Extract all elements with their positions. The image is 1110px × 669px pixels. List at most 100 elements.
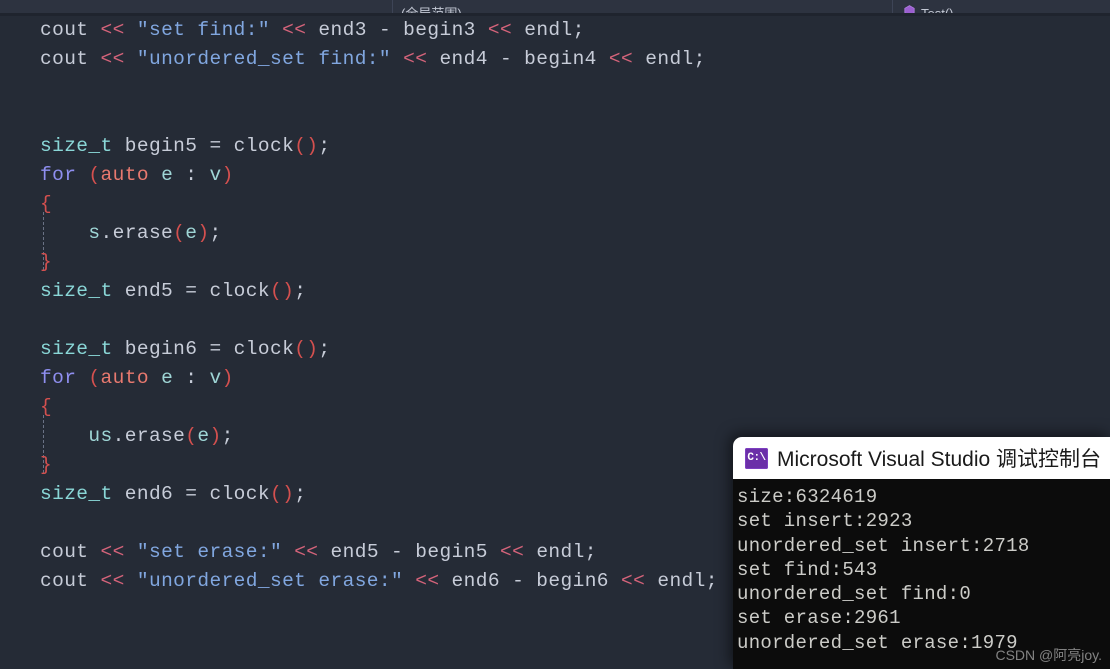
console-output-area[interactable]: size:6324619 set insert:2923 unordered_set… xyxy=(733,479,1110,669)
code-token: ; xyxy=(693,48,706,70)
code-token: << xyxy=(100,19,125,41)
code-token: ; xyxy=(572,19,585,41)
code-token: for xyxy=(40,164,77,186)
code-line: } xyxy=(40,248,718,277)
code-line: cout << "unordered_set erase:" << end6 -… xyxy=(40,567,718,596)
code-token: () xyxy=(294,135,319,157)
code-token: endl xyxy=(524,19,573,41)
code-token: cout xyxy=(40,19,89,41)
code-token: e xyxy=(161,164,174,186)
code-token: ; xyxy=(294,483,307,505)
code-token: ) xyxy=(221,164,234,186)
code-token: endl xyxy=(657,570,706,592)
nav-project-selector[interactable] xyxy=(0,0,393,13)
code-token: ; xyxy=(318,135,331,157)
code-token: cout xyxy=(40,570,89,592)
code-token: endl xyxy=(645,48,694,70)
code-token: << xyxy=(500,541,525,563)
code-line: size_t begin5 = clock(); xyxy=(40,132,718,161)
nav-member-selector[interactable]: Test() xyxy=(893,0,1110,13)
code-token: size_t xyxy=(40,483,113,505)
command-prompt-icon-label: C:\ xyxy=(747,451,766,464)
editor-navigation-bar: (全局范围) Test() xyxy=(0,0,1110,13)
code-token: { xyxy=(40,396,53,418)
command-prompt-icon: C:\ xyxy=(745,447,768,469)
code-token: e xyxy=(185,222,198,244)
code-token: cout xyxy=(40,48,89,70)
console-title-text: Microsoft Visual Studio 调试控制台 xyxy=(777,448,1102,471)
code-token: : xyxy=(173,367,210,389)
code-line: size_t begin6 = clock(); xyxy=(40,335,718,364)
console-output-line: set insert:2923 xyxy=(737,510,913,533)
code-token: << xyxy=(621,570,646,592)
code-line: size_t end5 = clock(); xyxy=(40,277,718,306)
code-token: begin6 xyxy=(536,570,609,592)
code-token: "set erase:" xyxy=(136,541,283,563)
code-token: "unordered_set find:" xyxy=(136,48,391,70)
code-token: } xyxy=(40,251,53,273)
code-token: erase xyxy=(124,425,186,447)
code-token: << xyxy=(608,48,634,70)
code-token: end3 xyxy=(318,19,367,41)
console-output-line: unordered_set find:0 xyxy=(737,583,972,606)
code-token: ; xyxy=(221,425,234,447)
console-output-line: size:6324619 xyxy=(737,486,878,508)
code-token: auto xyxy=(100,367,149,389)
code-token: ) xyxy=(221,367,234,389)
code-token: clock xyxy=(209,280,270,302)
nav-scope-selector[interactable]: (全局范围) xyxy=(393,0,893,13)
code-token: end5 xyxy=(330,541,379,563)
code-token: << xyxy=(100,541,125,563)
code-token: ; xyxy=(318,338,331,360)
code-token: auto xyxy=(100,164,149,186)
code-token: ; xyxy=(209,222,222,244)
code-token: << xyxy=(294,541,319,563)
code-line: } xyxy=(40,451,718,480)
code-token: << xyxy=(100,570,125,592)
code-token: size_t xyxy=(40,338,113,360)
code-token: = xyxy=(173,483,210,505)
code-token: - xyxy=(378,541,416,563)
code-token: ( xyxy=(173,222,186,244)
code-token: e xyxy=(197,425,210,447)
console-output-line: set find:543 xyxy=(737,558,878,581)
code-token: "set find:" xyxy=(136,19,270,41)
code-token: = xyxy=(197,135,234,157)
code-token: { xyxy=(40,193,53,215)
debug-console-window[interactable]: C:\ Microsoft Visual Studio 调试控制台 size:6… xyxy=(733,437,1110,669)
code-token: () xyxy=(269,483,295,505)
code-token: ; xyxy=(705,570,718,592)
code-line: us.erase(e); xyxy=(40,422,718,451)
code-line: cout << "unordered_set find:" << end4 - … xyxy=(40,45,718,74)
code-token: ; xyxy=(294,280,307,302)
code-token: << xyxy=(282,19,307,41)
code-token: v xyxy=(209,367,222,389)
code-line: s.erase(e); xyxy=(40,219,718,248)
code-token: ; xyxy=(584,541,597,563)
code-token: = xyxy=(173,280,210,302)
console-title-bar[interactable]: C:\ Microsoft Visual Studio 调试控制台 xyxy=(733,437,1110,479)
code-token: () xyxy=(294,338,319,360)
